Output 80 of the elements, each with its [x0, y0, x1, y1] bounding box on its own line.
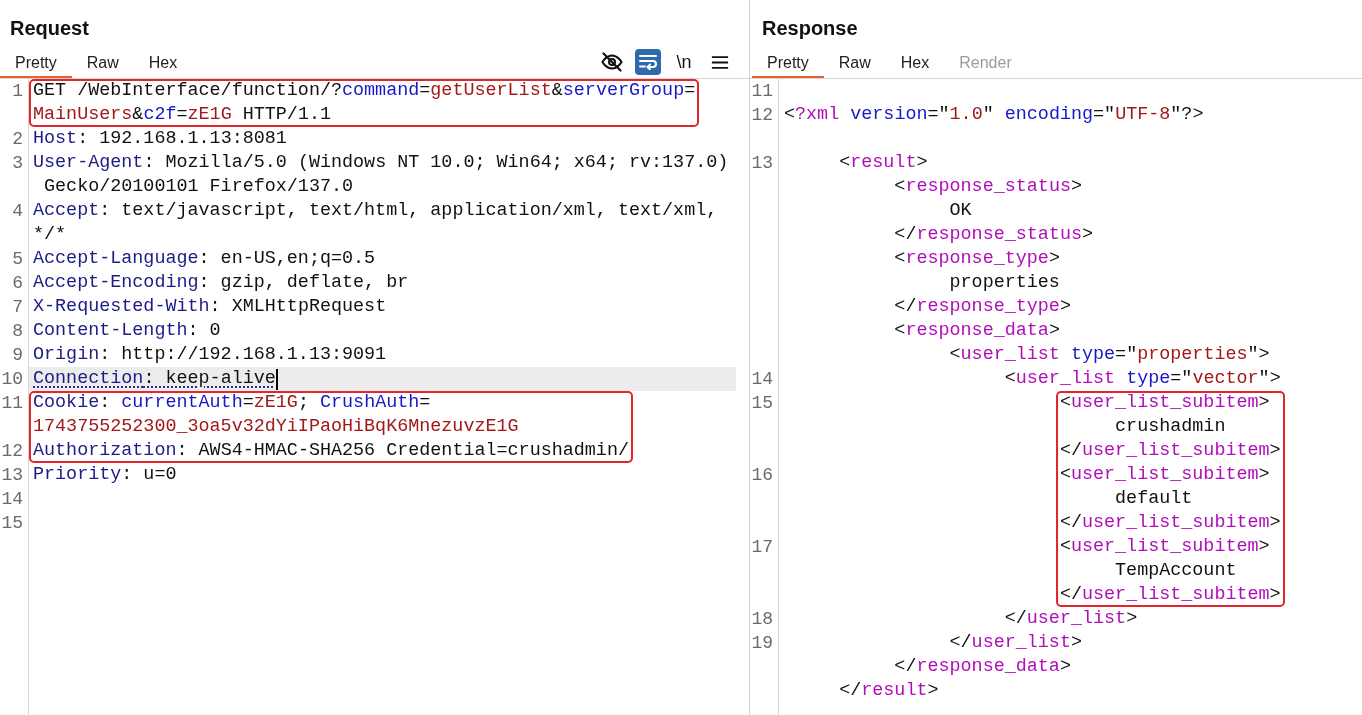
code-line: </response_data> [894, 656, 1071, 677]
code-line: </user_list_subitem> [1059, 440, 1281, 461]
code-line: Content-Length: 0 [33, 320, 221, 341]
line-number: 14 [751, 369, 773, 389]
code-line: MainUsers&c2f=zE1G HTTP/1.1 [33, 104, 331, 125]
code-line: User-Agent: Mozilla/5.0 (Windows NT 10.0; Win64; x64; rv:137.0) [33, 152, 729, 173]
line-number: 6 [12, 273, 23, 293]
code-line: crushadmin [1115, 416, 1226, 437]
code-line: </response_status> [894, 224, 1094, 245]
code-line: <result> [839, 152, 928, 173]
code-line: <user_list type="properties"> [949, 344, 1270, 365]
eye-slash-icon [601, 52, 623, 72]
code-line: OK [949, 200, 972, 221]
code-line: <response_type> [894, 248, 1060, 269]
code-line: </response_type> [894, 296, 1071, 317]
line-number: 15 [1, 513, 23, 533]
code-line: <user_list_subitem> [1059, 392, 1270, 413]
line-number: 19 [751, 633, 773, 653]
code-line: </result> [839, 680, 939, 701]
code-line: </user_list_subitem> [1059, 512, 1281, 533]
panel-title: Request [10, 16, 89, 40]
code-line: </user_list_subitem> [1059, 584, 1281, 605]
line-number: 11 [1, 393, 23, 413]
code-line: Origin: http://192.168.1.13:9091 [33, 344, 387, 365]
visibility-toggle-button[interactable] [599, 49, 625, 75]
view-tab[interactable]: Pretty [752, 46, 824, 78]
code-line: TempAccount [1115, 560, 1237, 581]
code-line: default [1115, 488, 1193, 509]
line-number: 16 [751, 465, 773, 485]
code-line: </user_list> [949, 632, 1082, 653]
line-number: 13 [751, 153, 773, 173]
panel-title: Response [762, 16, 858, 40]
menu-icon [711, 55, 729, 69]
line-number: 8 [12, 321, 23, 341]
code-line: X-Requested-With: XMLHttpRequest [33, 296, 387, 317]
code-line: <response_status> [894, 176, 1082, 197]
line-number: 4 [12, 201, 23, 221]
view-tab[interactable]: Hex [885, 46, 945, 78]
line-number: 14 [1, 489, 23, 509]
line-number: 17 [751, 537, 773, 557]
code-line: <user_list type="vector"> [1004, 368, 1281, 389]
code-line: Accept: text/javascript, text/html, application/xml, text/xml, [33, 200, 718, 221]
code-line: Priority: u=0 [33, 464, 177, 485]
line-number: 13 [1, 465, 23, 485]
code-line: <user_list_subitem> [1059, 536, 1270, 557]
code-line: Gecko/20100101 Firefox/137.0 [43, 176, 354, 197]
code-line: */* [33, 224, 67, 245]
code-line: Accept-Language: en-US,en;q=0.5 [33, 248, 376, 269]
view-tab[interactable]: Pretty [0, 46, 72, 78]
newline-toggle-button[interactable]: \n [671, 49, 697, 75]
line-number: 18 [751, 609, 773, 629]
code-line: <?xml version="1.0" encoding="UTF-8"?> [784, 104, 1204, 125]
line-number: 10 [1, 369, 23, 389]
view-tab[interactable]: Hex [133, 46, 193, 78]
wrap-lines-button[interactable] [635, 49, 661, 75]
view-tab[interactable]: Raw [823, 46, 886, 78]
code-line: Accept-Encoding: gzip, deflate, br [33, 272, 409, 293]
code-line: Cookie: currentAuth=zE1G; CrushAuth= [33, 392, 431, 413]
code-line: <response_data> [894, 320, 1060, 341]
line-number: 15 [751, 393, 773, 413]
code-line: 1743755252300_3oa5v32dYiIPaoHiBqK6MnezuvzE1G [33, 416, 519, 437]
wrap-lines-icon [639, 54, 657, 70]
code-line: properties [949, 272, 1060, 293]
code-line: Host: 192.168.1.13:8081 [33, 128, 287, 149]
line-number: 2 [12, 129, 23, 149]
code-line: <user_list_subitem> [1059, 464, 1270, 485]
line-number: 7 [12, 297, 23, 317]
view-tab[interactable]: Raw [71, 46, 134, 78]
line-number: 12 [751, 105, 773, 125]
line-number: 12 [1, 441, 23, 461]
line-number: 1 [12, 81, 23, 101]
line-number: 9 [12, 345, 23, 365]
line-number: 11 [751, 81, 773, 101]
line-number: 3 [12, 153, 23, 173]
code-line: GET /WebInterface/function/?command=getUserList&serverGroup= [33, 80, 696, 101]
code-line: </user_list> [1004, 608, 1138, 629]
text-cursor-icon [275, 368, 278, 390]
code-line: Connection: keep-alive [33, 367, 276, 391]
line-number: 5 [12, 249, 23, 269]
code-line: Authorization: AWS4-HMAC-SHA256 Credential=crushadmin/ [33, 440, 629, 461]
